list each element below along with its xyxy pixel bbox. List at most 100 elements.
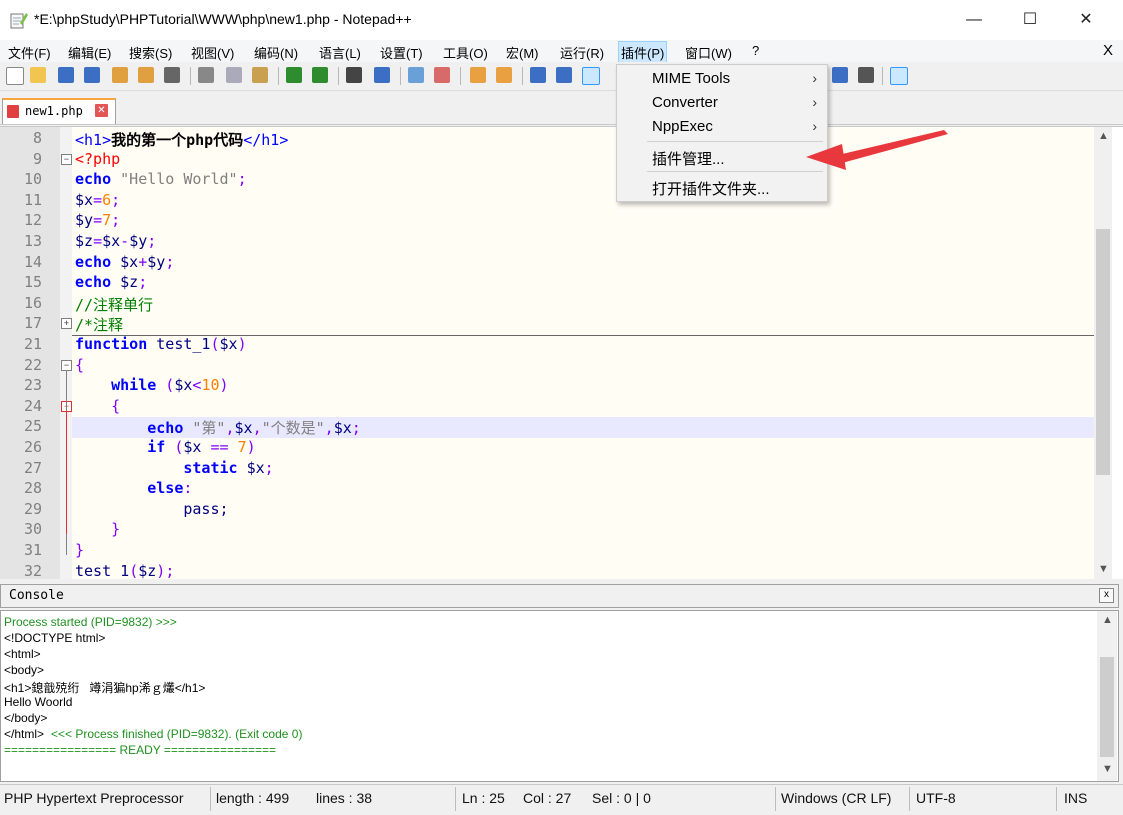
undo-icon[interactable]: [286, 67, 302, 83]
line-number: 9: [32, 149, 42, 168]
close-window-button[interactable]: ✕: [1058, 0, 1114, 40]
code-token: ,: [225, 419, 235, 438]
zoom-in-icon[interactable]: [408, 67, 424, 83]
indent-guide-icon[interactable]: [582, 67, 600, 85]
code-line[interactable]: echo "第",$x,"个数是",$x;: [72, 417, 1094, 438]
close-file-icon[interactable]: [112, 67, 128, 83]
code-line[interactable]: echo $x+$y;: [72, 253, 1094, 274]
code-line[interactable]: {: [72, 356, 1094, 377]
minimize-button[interactable]: —: [946, 0, 1002, 40]
console-line: Process started (PID=9832) >>>: [4, 615, 177, 629]
scroll-down-icon[interactable]: ▼: [1102, 763, 1113, 775]
menu-item-nppexec[interactable]: NppExec: [652, 118, 713, 135]
zoom-out-icon[interactable]: [434, 67, 450, 83]
play-macro-multiple-icon[interactable]: [832, 67, 848, 83]
fold-toggle-icon[interactable]: −: [61, 153, 72, 165]
menu-item-plugin-manager[interactable]: 插件管理...: [652, 148, 725, 169]
code-line[interactable]: echo "Hello World";: [72, 170, 1094, 191]
code-token: ==: [201, 438, 238, 456]
window-title: *E:\phpStudy\PHPTutorial\WWW\php\new1.ph…: [34, 11, 412, 27]
code-line[interactable]: {: [72, 397, 1094, 418]
menu-item-mime-tools[interactable]: MIME Tools: [652, 70, 730, 87]
console-close-icon[interactable]: x: [1099, 588, 1114, 603]
sync-horizontal-icon[interactable]: [496, 67, 512, 83]
save-macro-icon[interactable]: [858, 67, 874, 83]
code-token: (: [210, 335, 220, 353]
line-number: 16: [23, 293, 42, 312]
menu-settings[interactable]: 设置(T): [380, 43, 423, 62]
code-area[interactable]: <h1>我的第一个php代码</h1> <?php echo "Hello Worl…: [72, 127, 1094, 579]
code-token: if: [75, 438, 166, 456]
console-output[interactable]: Process started (PID=9832) >>> <!DOCTYPE…: [0, 610, 1119, 782]
code-line[interactable]: //注释单行: [72, 294, 1094, 315]
code-line[interactable]: function test_1($x): [72, 335, 1094, 356]
scroll-up-icon[interactable]: ▲: [1098, 130, 1109, 142]
menu-plugins[interactable]: 插件(P): [618, 41, 668, 64]
menu-tools[interactable]: 工具(O): [443, 43, 488, 62]
line-number: 17: [23, 314, 42, 333]
code-token: ): [246, 438, 256, 456]
fold-toggle-icon[interactable]: +: [61, 318, 72, 330]
menu-help[interactable]: ?: [752, 43, 759, 58]
code-line[interactable]: $z=$x-$y;: [72, 232, 1094, 253]
editor-scroll-thumb[interactable]: [1096, 229, 1110, 475]
menu-macro[interactable]: 宏(M): [506, 43, 539, 62]
open-file-icon[interactable]: [30, 67, 46, 83]
code-token: ;: [138, 273, 148, 292]
redo-icon[interactable]: [312, 67, 328, 83]
red-annotation-arrow-icon: [806, 130, 948, 170]
code-line[interactable]: if ($x == 7): [72, 438, 1094, 459]
menu-window[interactable]: 窗口(W): [685, 43, 732, 62]
close-document-button[interactable]: X: [1103, 42, 1113, 59]
code-editor[interactable]: 8 9 10 11 12 13 14 15 16 17 21 22 23 24 25 26 27 28 29 30 31…: [0, 126, 1123, 580]
code-token: ): [237, 335, 247, 353]
code-line[interactable]: }: [72, 520, 1094, 541]
print-icon[interactable]: [164, 67, 180, 83]
console-vertical-scrollbar[interactable]: ▲ ▼: [1097, 611, 1117, 781]
code-token: $x: [174, 376, 193, 395]
tab-new1-php[interactable]: new1.php ✕: [2, 98, 116, 124]
save-all-icon[interactable]: [84, 67, 100, 83]
code-line[interactable]: }: [72, 541, 1094, 562]
paste-icon[interactable]: [252, 67, 268, 83]
scroll-up-icon[interactable]: ▲: [1102, 614, 1113, 626]
code-token: $x: [75, 190, 94, 209]
menu-edit[interactable]: 编辑(E): [68, 43, 111, 62]
console-scroll-thumb[interactable]: [1100, 657, 1114, 757]
close-all-icon[interactable]: [138, 67, 154, 83]
menu-search[interactable]: 搜索(S): [129, 43, 172, 62]
fold-guide: [66, 410, 67, 535]
code-line[interactable]: /*注释: [72, 314, 1094, 336]
console-toggle-icon[interactable]: [890, 67, 908, 85]
new-file-icon[interactable]: [6, 67, 24, 85]
menu-run[interactable]: 运行(R): [560, 43, 604, 62]
menu-language[interactable]: 语言(L): [319, 43, 361, 62]
copy-icon[interactable]: [226, 67, 242, 83]
scroll-down-icon[interactable]: ▼: [1098, 563, 1109, 575]
menu-item-converter[interactable]: Converter: [652, 94, 718, 111]
menu-separator: [647, 171, 823, 172]
find-icon[interactable]: [346, 67, 362, 83]
code-line[interactable]: pass;: [72, 500, 1094, 521]
tab-close-icon[interactable]: ✕: [95, 104, 108, 117]
editor-vertical-scrollbar[interactable]: ▲ ▼: [1094, 127, 1112, 579]
maximize-button[interactable]: ☐: [1002, 0, 1058, 40]
code-line[interactable]: else:: [72, 479, 1094, 500]
word-wrap-icon[interactable]: [530, 67, 546, 83]
menu-file[interactable]: 文件(F): [8, 43, 51, 62]
cut-icon[interactable]: [198, 67, 214, 83]
menu-encoding[interactable]: 编码(N): [254, 43, 298, 62]
code-line[interactable]: $y=7;: [72, 211, 1094, 232]
code-line[interactable]: $x=6;: [72, 191, 1094, 212]
console-line: <<< Process finished (PID=9832). (Exit c…: [51, 727, 303, 741]
sync-vertical-icon[interactable]: [470, 67, 486, 83]
code-line[interactable]: test_1($z);: [72, 562, 1094, 579]
menu-item-open-plugins-folder[interactable]: 打开插件文件夹...: [652, 178, 770, 199]
menu-view[interactable]: 视图(V): [191, 43, 234, 62]
save-icon[interactable]: [58, 67, 74, 83]
replace-icon[interactable]: [374, 67, 390, 83]
code-line[interactable]: echo $z;: [72, 273, 1094, 294]
show-all-chars-icon[interactable]: [556, 67, 572, 83]
code-line[interactable]: static $x;: [72, 459, 1094, 480]
code-line[interactable]: while ($x<10): [72, 376, 1094, 397]
